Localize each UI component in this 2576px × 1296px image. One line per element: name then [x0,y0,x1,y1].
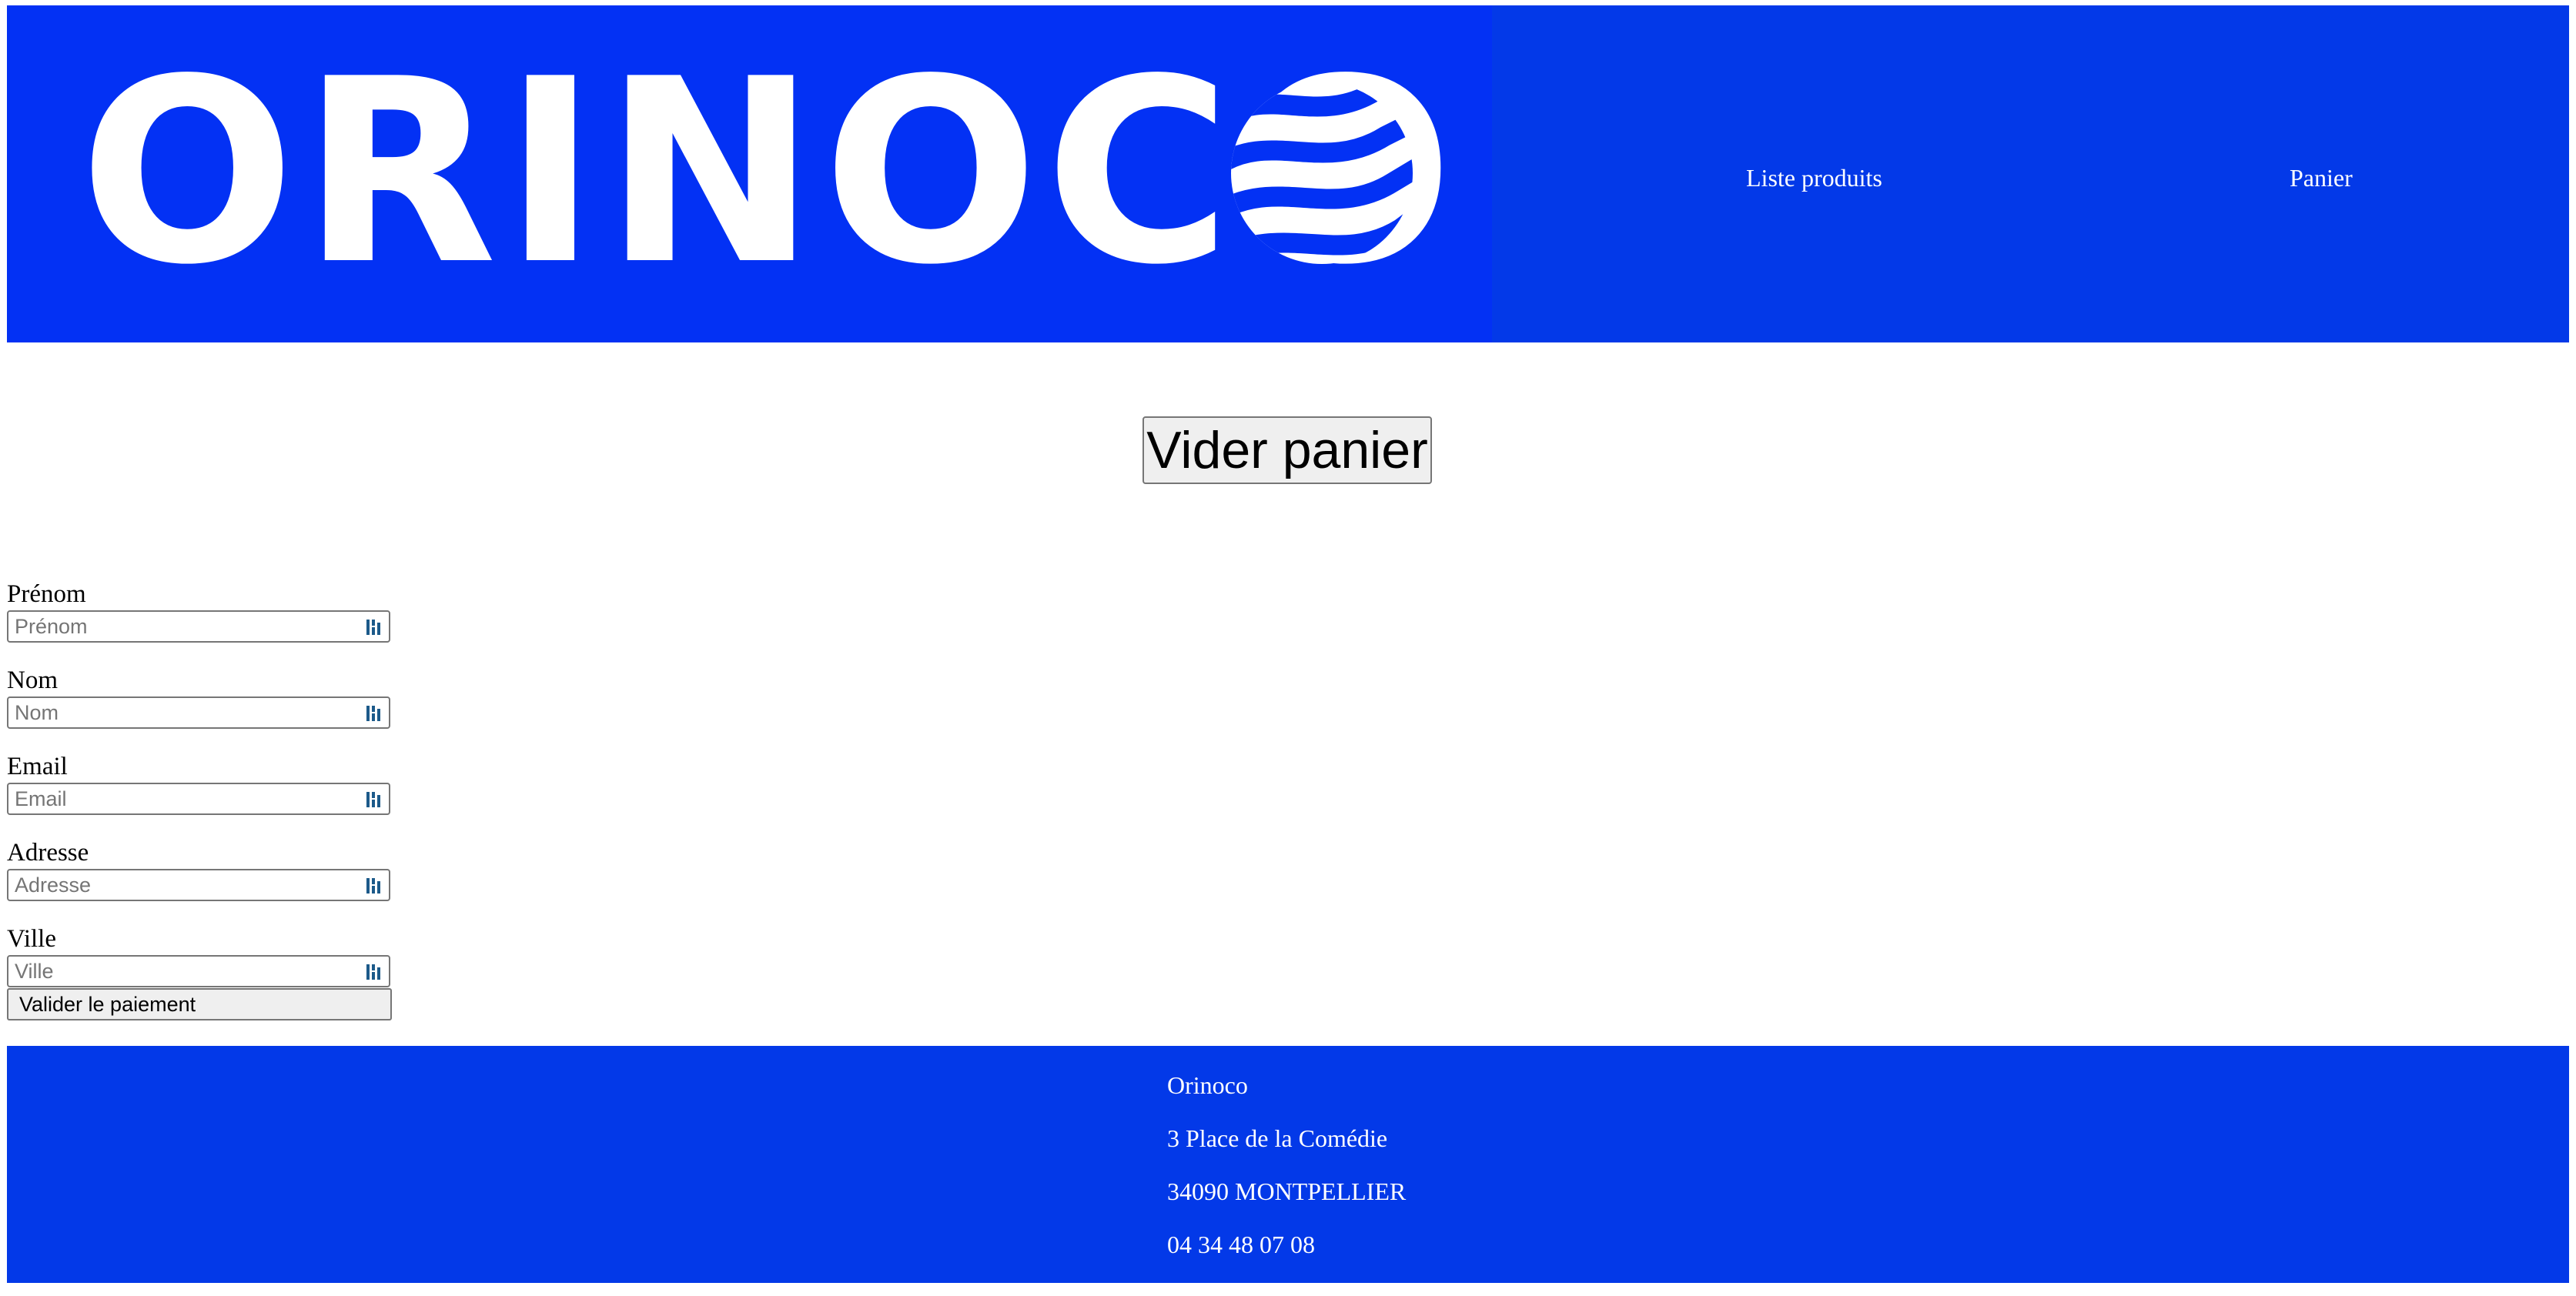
email-input-box[interactable] [7,783,390,815]
city-input-box[interactable] [7,955,390,987]
field-firstname: Prénom [7,579,392,665]
password-manager-icon[interactable] [366,963,383,981]
lastname-input[interactable] [12,700,353,726]
footer-city: 34090 MONTPELLIER [1167,1177,1407,1205]
field-address: Adresse [7,837,392,924]
footer-street: 3 Place de la Comédie [1167,1124,1388,1152]
email-label: Email [7,753,68,780]
firstname-input-box[interactable] [7,610,390,643]
address-input[interactable] [12,872,353,898]
nav-link-cart[interactable]: Panier [2290,161,2353,195]
globe-wave-icon [1231,82,1413,264]
empty-cart-button[interactable]: Vider panier [1142,416,1432,484]
submit-payment-button[interactable]: Valider le paiement [7,988,392,1020]
site-footer: Orinoco 3 Place de la Comédie 34090 MONT… [7,1046,2569,1283]
field-lastname: Nom [7,665,392,751]
footer-phone: 04 34 48 07 08 [1167,1231,1315,1258]
address-input-box[interactable] [7,869,390,901]
firstname-label: Prénom [7,580,86,608]
nav-link-products[interactable]: Liste produits [1746,161,1882,195]
main-nav: Liste produits Panier [1492,5,2569,342]
password-manager-icon[interactable] [366,704,383,723]
footer-contact: Orinoco 3 Place de la Comédie 34090 MONT… [1167,1068,1406,1281]
order-form: Prénom Nom Email [7,579,392,1020]
firstname-input[interactable] [12,613,353,640]
password-manager-icon[interactable] [366,618,383,636]
field-email: Email [7,751,392,837]
logo[interactable]: ORINOCO [7,5,1492,342]
password-manager-icon[interactable] [366,790,383,809]
footer-company: Orinoco [1167,1071,1248,1099]
password-manager-icon[interactable] [366,877,383,895]
address-label: Adresse [7,839,89,867]
city-input[interactable] [12,958,353,984]
city-label: Ville [7,925,57,953]
site-header: ORINOCO Liste produits Panier [7,5,2569,342]
email-input[interactable] [12,786,353,812]
lastname-label: Nom [7,666,58,694]
lastname-input-box[interactable] [7,696,390,729]
